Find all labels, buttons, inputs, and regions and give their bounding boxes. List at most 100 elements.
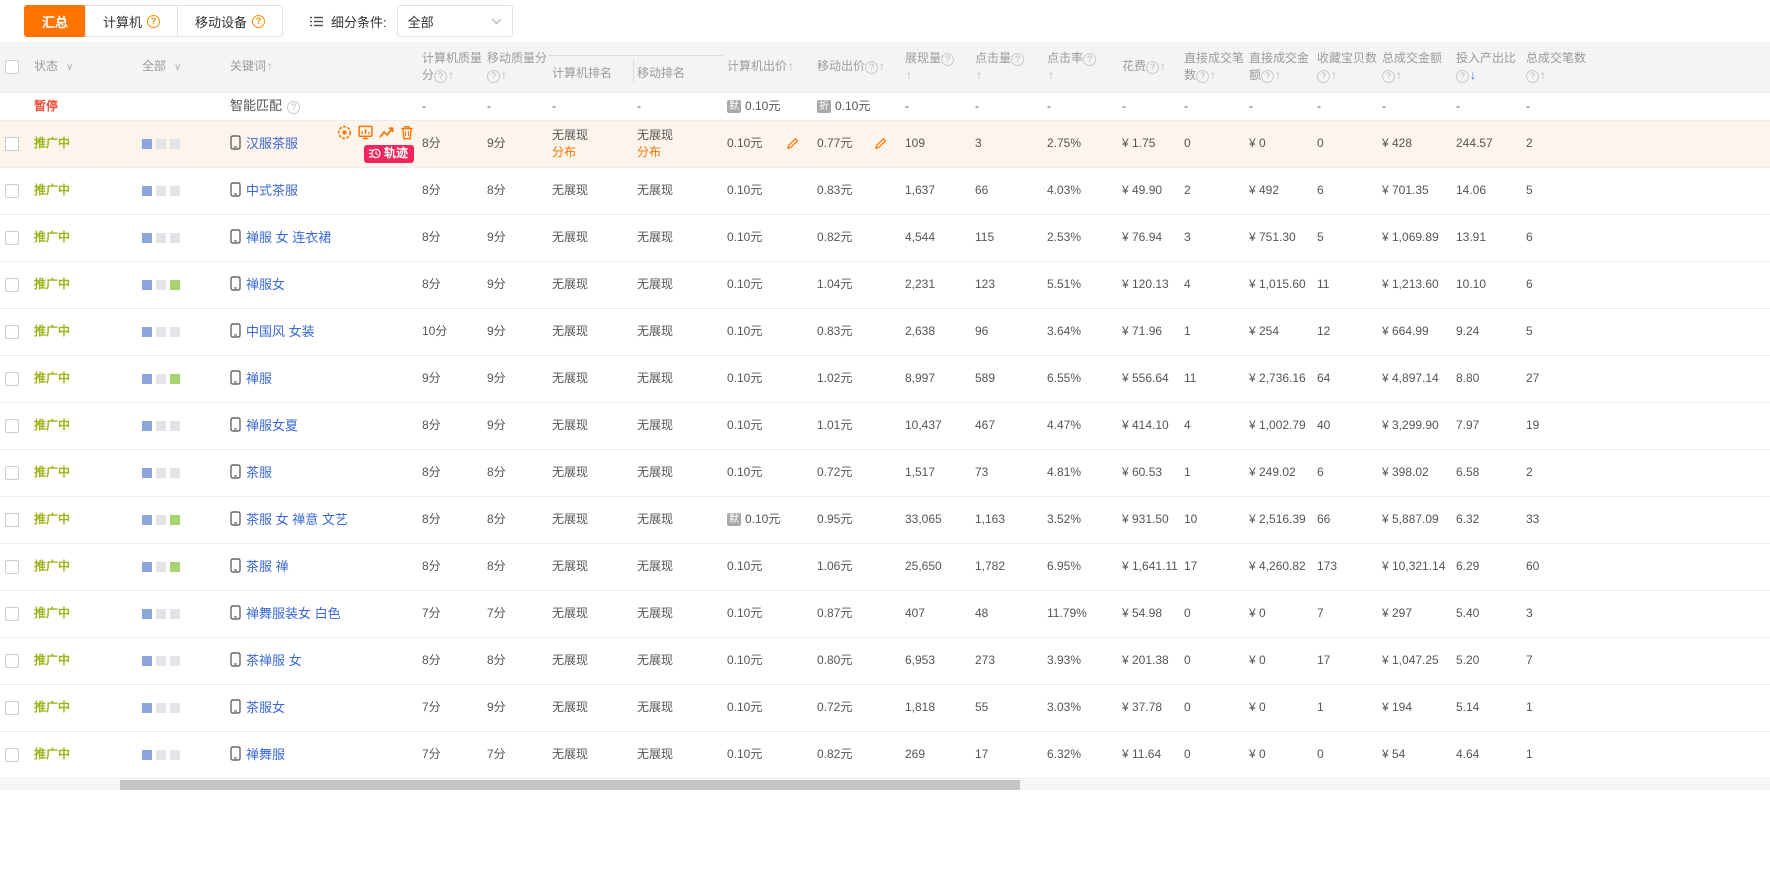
keyword-link[interactable]: 禅服女夏 [246, 418, 298, 433]
help-icon[interactable]: ? [147, 15, 160, 28]
column-header-mob_rank[interactable]: 移动排名 [633, 42, 723, 92]
column-header-impressions[interactable]: 展现量?↑ [901, 42, 971, 92]
delete-icon[interactable] [400, 125, 414, 140]
distribution-link[interactable]: 分布 [552, 144, 633, 161]
sort-asc-icon[interactable]: ↑ [1048, 68, 1054, 82]
row-checkbox[interactable] [5, 325, 19, 339]
row-checkbox[interactable] [5, 466, 19, 480]
column-header-favorites[interactable]: 收藏宝贝数?↑ [1313, 42, 1378, 92]
impressions-cell: 1,637 [901, 167, 971, 214]
targeting-icon[interactable] [337, 125, 352, 140]
distribution-link[interactable]: 分布 [637, 144, 723, 161]
row-checkbox[interactable] [5, 419, 19, 433]
keyword-link[interactable]: 茶服 禅 [246, 559, 289, 574]
sort-asc-icon[interactable]: ↑ [976, 68, 982, 82]
column-header-pc_bid[interactable]: 计算机出价↑ [723, 42, 813, 92]
column-header-cost[interactable]: 花费?↑ [1118, 42, 1180, 92]
column-header-status[interactable]: 状态∨ [30, 42, 138, 92]
report-icon[interactable] [358, 125, 373, 140]
sort-asc-icon[interactable]: ↑ [906, 68, 912, 82]
row-checkbox[interactable] [5, 278, 19, 292]
help-icon[interactable]: ? [1196, 70, 1209, 83]
keyword-link[interactable]: 汉服茶服 [246, 136, 298, 151]
help-icon[interactable]: ? [487, 70, 500, 83]
column-header-pc_rank[interactable]: 计算机排名 [548, 42, 633, 92]
column-header-keyword[interactable]: 关键词↑ [226, 42, 418, 92]
sort-asc-icon[interactable]: ↑ [1160, 59, 1166, 73]
sort-asc-icon[interactable]: ↑ [1396, 68, 1402, 82]
help-icon[interactable]: ? [1261, 70, 1274, 83]
tab-computer[interactable]: 计算机 ? [85, 5, 178, 37]
select-all-checkbox[interactable] [5, 60, 19, 74]
column-header-mob_score[interactable]: 移动质量分?↑ [483, 42, 548, 92]
row-checkbox[interactable] [5, 184, 19, 198]
keyword-link[interactable]: 茶禅服 女 [246, 653, 302, 668]
keyword-link[interactable]: 中式茶服 [246, 183, 298, 198]
column-header-direct_orders[interactable]: 直接成交笔数?↑ [1180, 42, 1245, 92]
edit-bid-icon[interactable] [786, 137, 799, 150]
row-checkbox[interactable] [5, 701, 19, 715]
help-icon[interactable]: ? [941, 53, 954, 66]
help-icon[interactable]: ? [287, 101, 300, 114]
keyword-link[interactable]: 禅服女 [246, 277, 285, 292]
column-header-ctr[interactable]: 点击率?↑ [1043, 42, 1118, 92]
keyword-link[interactable]: 茶服女 [246, 700, 285, 715]
segment-select[interactable]: 全部 [397, 5, 513, 37]
help-icon[interactable]: ? [1382, 70, 1395, 83]
sort-asc-icon[interactable]: ↑ [267, 59, 273, 73]
column-header-total_amount[interactable]: 总成交金额?↑ [1378, 42, 1452, 92]
tab-mobile[interactable]: 移动设备 ? [177, 5, 283, 37]
mobile-bid-cell: 1.06元 [813, 543, 901, 590]
help-icon[interactable]: ? [1146, 61, 1159, 74]
help-icon[interactable]: ? [1317, 70, 1330, 83]
help-icon[interactable]: ? [252, 15, 265, 28]
column-header-total_orders[interactable]: 总成交笔数?↑ [1522, 42, 1592, 92]
row-checkbox[interactable] [5, 560, 19, 574]
dropdown-caret-icon[interactable]: ∨ [174, 62, 181, 73]
help-icon[interactable]: ? [1456, 70, 1469, 83]
cost-cell: ¥ 201.38 [1118, 637, 1180, 684]
keyword-link[interactable]: 茶服 女 禅意 文艺 [246, 512, 348, 527]
sort-asc-icon[interactable]: ↑ [501, 68, 507, 82]
edit-bid-icon[interactable] [874, 137, 887, 150]
pc-score-cell: 8分 [418, 637, 483, 684]
row-checkbox[interactable] [5, 137, 19, 151]
sort-desc-icon[interactable]: ↓ [1470, 68, 1476, 82]
sort-asc-icon[interactable]: ↑ [1331, 68, 1337, 82]
sort-asc-icon[interactable]: ↑ [1275, 68, 1281, 82]
keyword-link[interactable]: 禅服 [246, 371, 272, 386]
help-icon[interactable]: ? [1011, 53, 1024, 66]
help-icon[interactable]: ? [1083, 53, 1096, 66]
help-icon[interactable]: ? [434, 70, 447, 83]
row-checkbox[interactable] [5, 654, 19, 668]
column-header-roi[interactable]: 投入产出比?↓ [1452, 42, 1522, 92]
tab-summary[interactable]: 汇总 [24, 5, 86, 37]
row-checkbox[interactable] [5, 607, 19, 621]
sort-asc-icon[interactable]: ↑ [1210, 68, 1216, 82]
sort-asc-icon[interactable]: ↑ [788, 59, 794, 73]
keyword-link[interactable]: 茶服 [246, 465, 272, 480]
row-checkbox[interactable] [5, 231, 19, 245]
dropdown-caret-icon[interactable]: ∨ [66, 62, 73, 73]
trend-chart-icon[interactable] [379, 125, 394, 140]
keyword-link[interactable]: 禅舞服装女 白色 [246, 606, 341, 621]
help-icon[interactable]: ? [865, 61, 878, 74]
column-header-clicks[interactable]: 点击量?↑ [971, 42, 1043, 92]
help-icon[interactable]: ? [1526, 70, 1539, 83]
column-header-direct_amount[interactable]: 直接成交金额?↑ [1245, 42, 1313, 92]
column-header-mob_bid[interactable]: 移动出价?↑ [813, 42, 901, 92]
sort-asc-icon[interactable]: ↑ [448, 68, 454, 82]
sort-asc-icon[interactable]: ↑ [879, 59, 885, 73]
keyword-link[interactable]: 禅舞服 [246, 747, 285, 762]
row-checkbox[interactable] [5, 513, 19, 527]
sort-asc-icon[interactable]: ↑ [1540, 68, 1546, 82]
keyword-link[interactable]: 禅服 女 连衣裙 [246, 230, 331, 245]
column-header-campaign[interactable]: 全部∨ [138, 42, 226, 92]
row-checkbox[interactable] [5, 748, 19, 762]
horizontal-scrollbar-thumb[interactable] [120, 780, 1020, 790]
column-header-pc_score[interactable]: 计算机质量分?↑ [418, 42, 483, 92]
keyword-link[interactable]: 中国风 女装 [246, 324, 315, 339]
track-badge[interactable]: 轨迹 [364, 145, 414, 163]
mobile-rank-cell: - [633, 92, 723, 120]
row-checkbox[interactable] [5, 372, 19, 386]
